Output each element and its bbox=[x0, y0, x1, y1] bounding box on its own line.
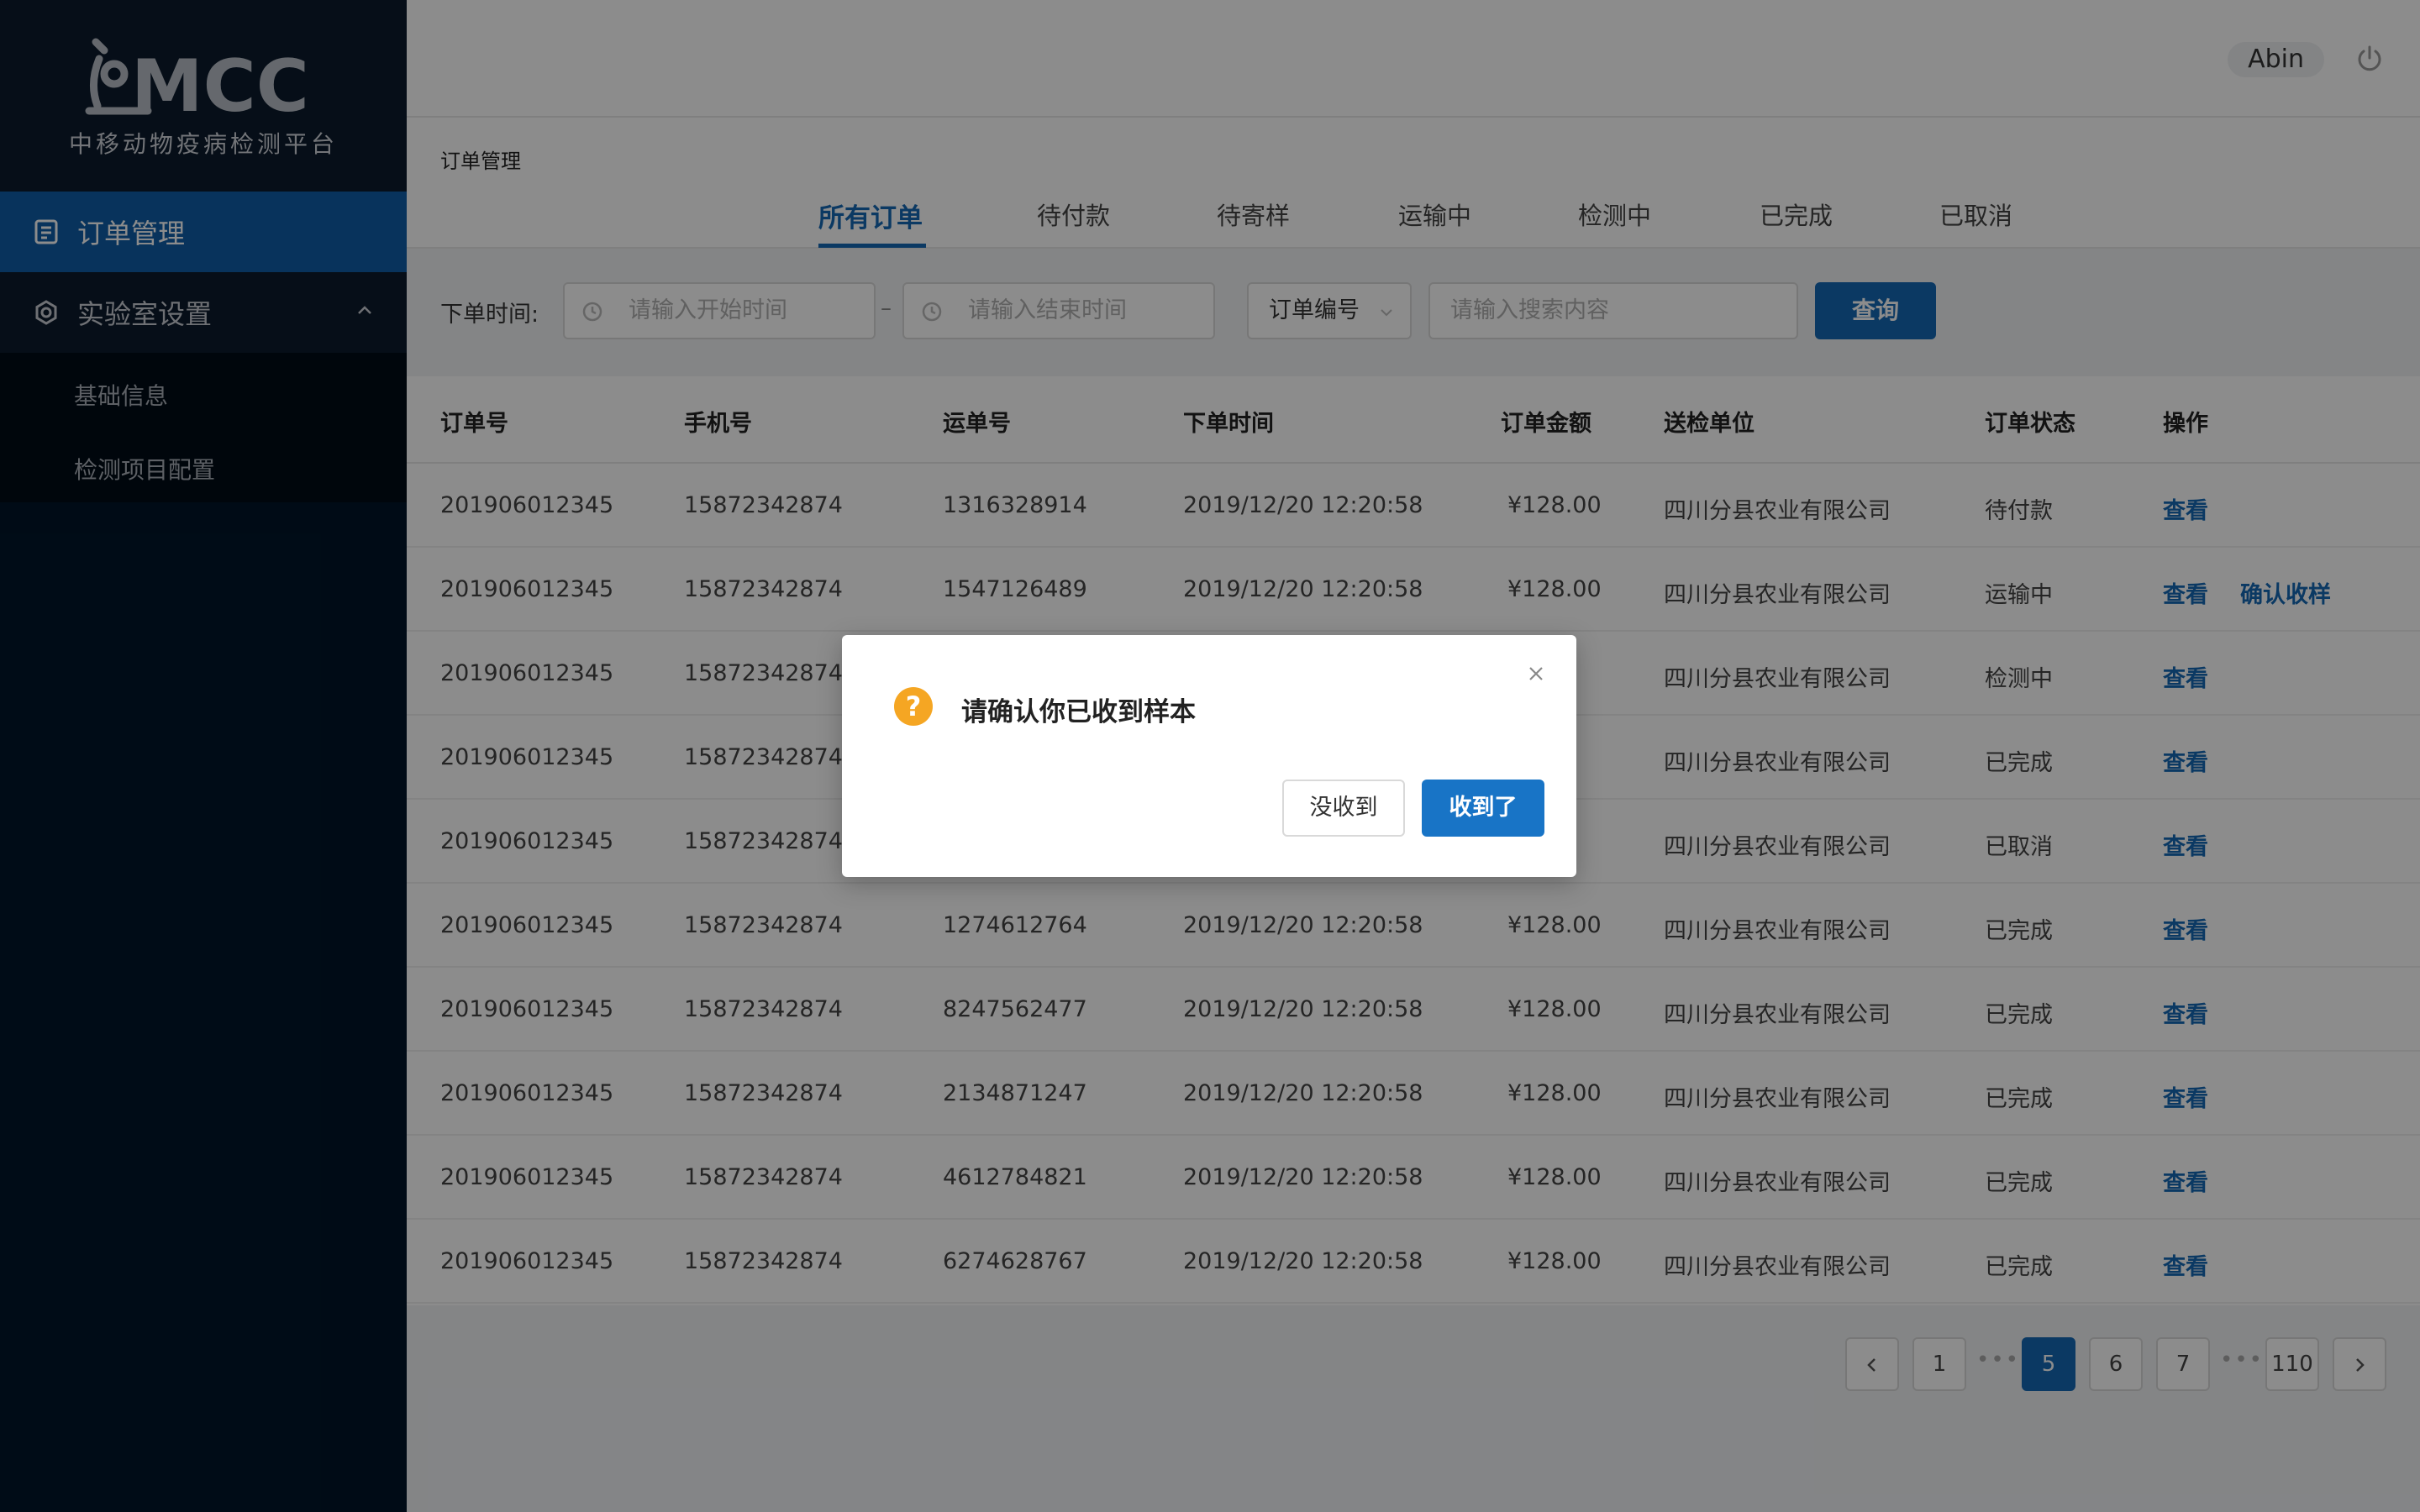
question-icon: ? bbox=[894, 687, 933, 726]
confirm-receipt-dialog: ? 请确认你已收到样本 没收到 收到了 bbox=[842, 635, 1576, 877]
not-received-button[interactable]: 没收到 bbox=[1282, 780, 1405, 837]
received-button[interactable]: 收到了 bbox=[1422, 780, 1544, 837]
dialog-title: 请确认你已收到样本 bbox=[961, 697, 1196, 727]
close-icon[interactable] bbox=[1526, 664, 1546, 684]
